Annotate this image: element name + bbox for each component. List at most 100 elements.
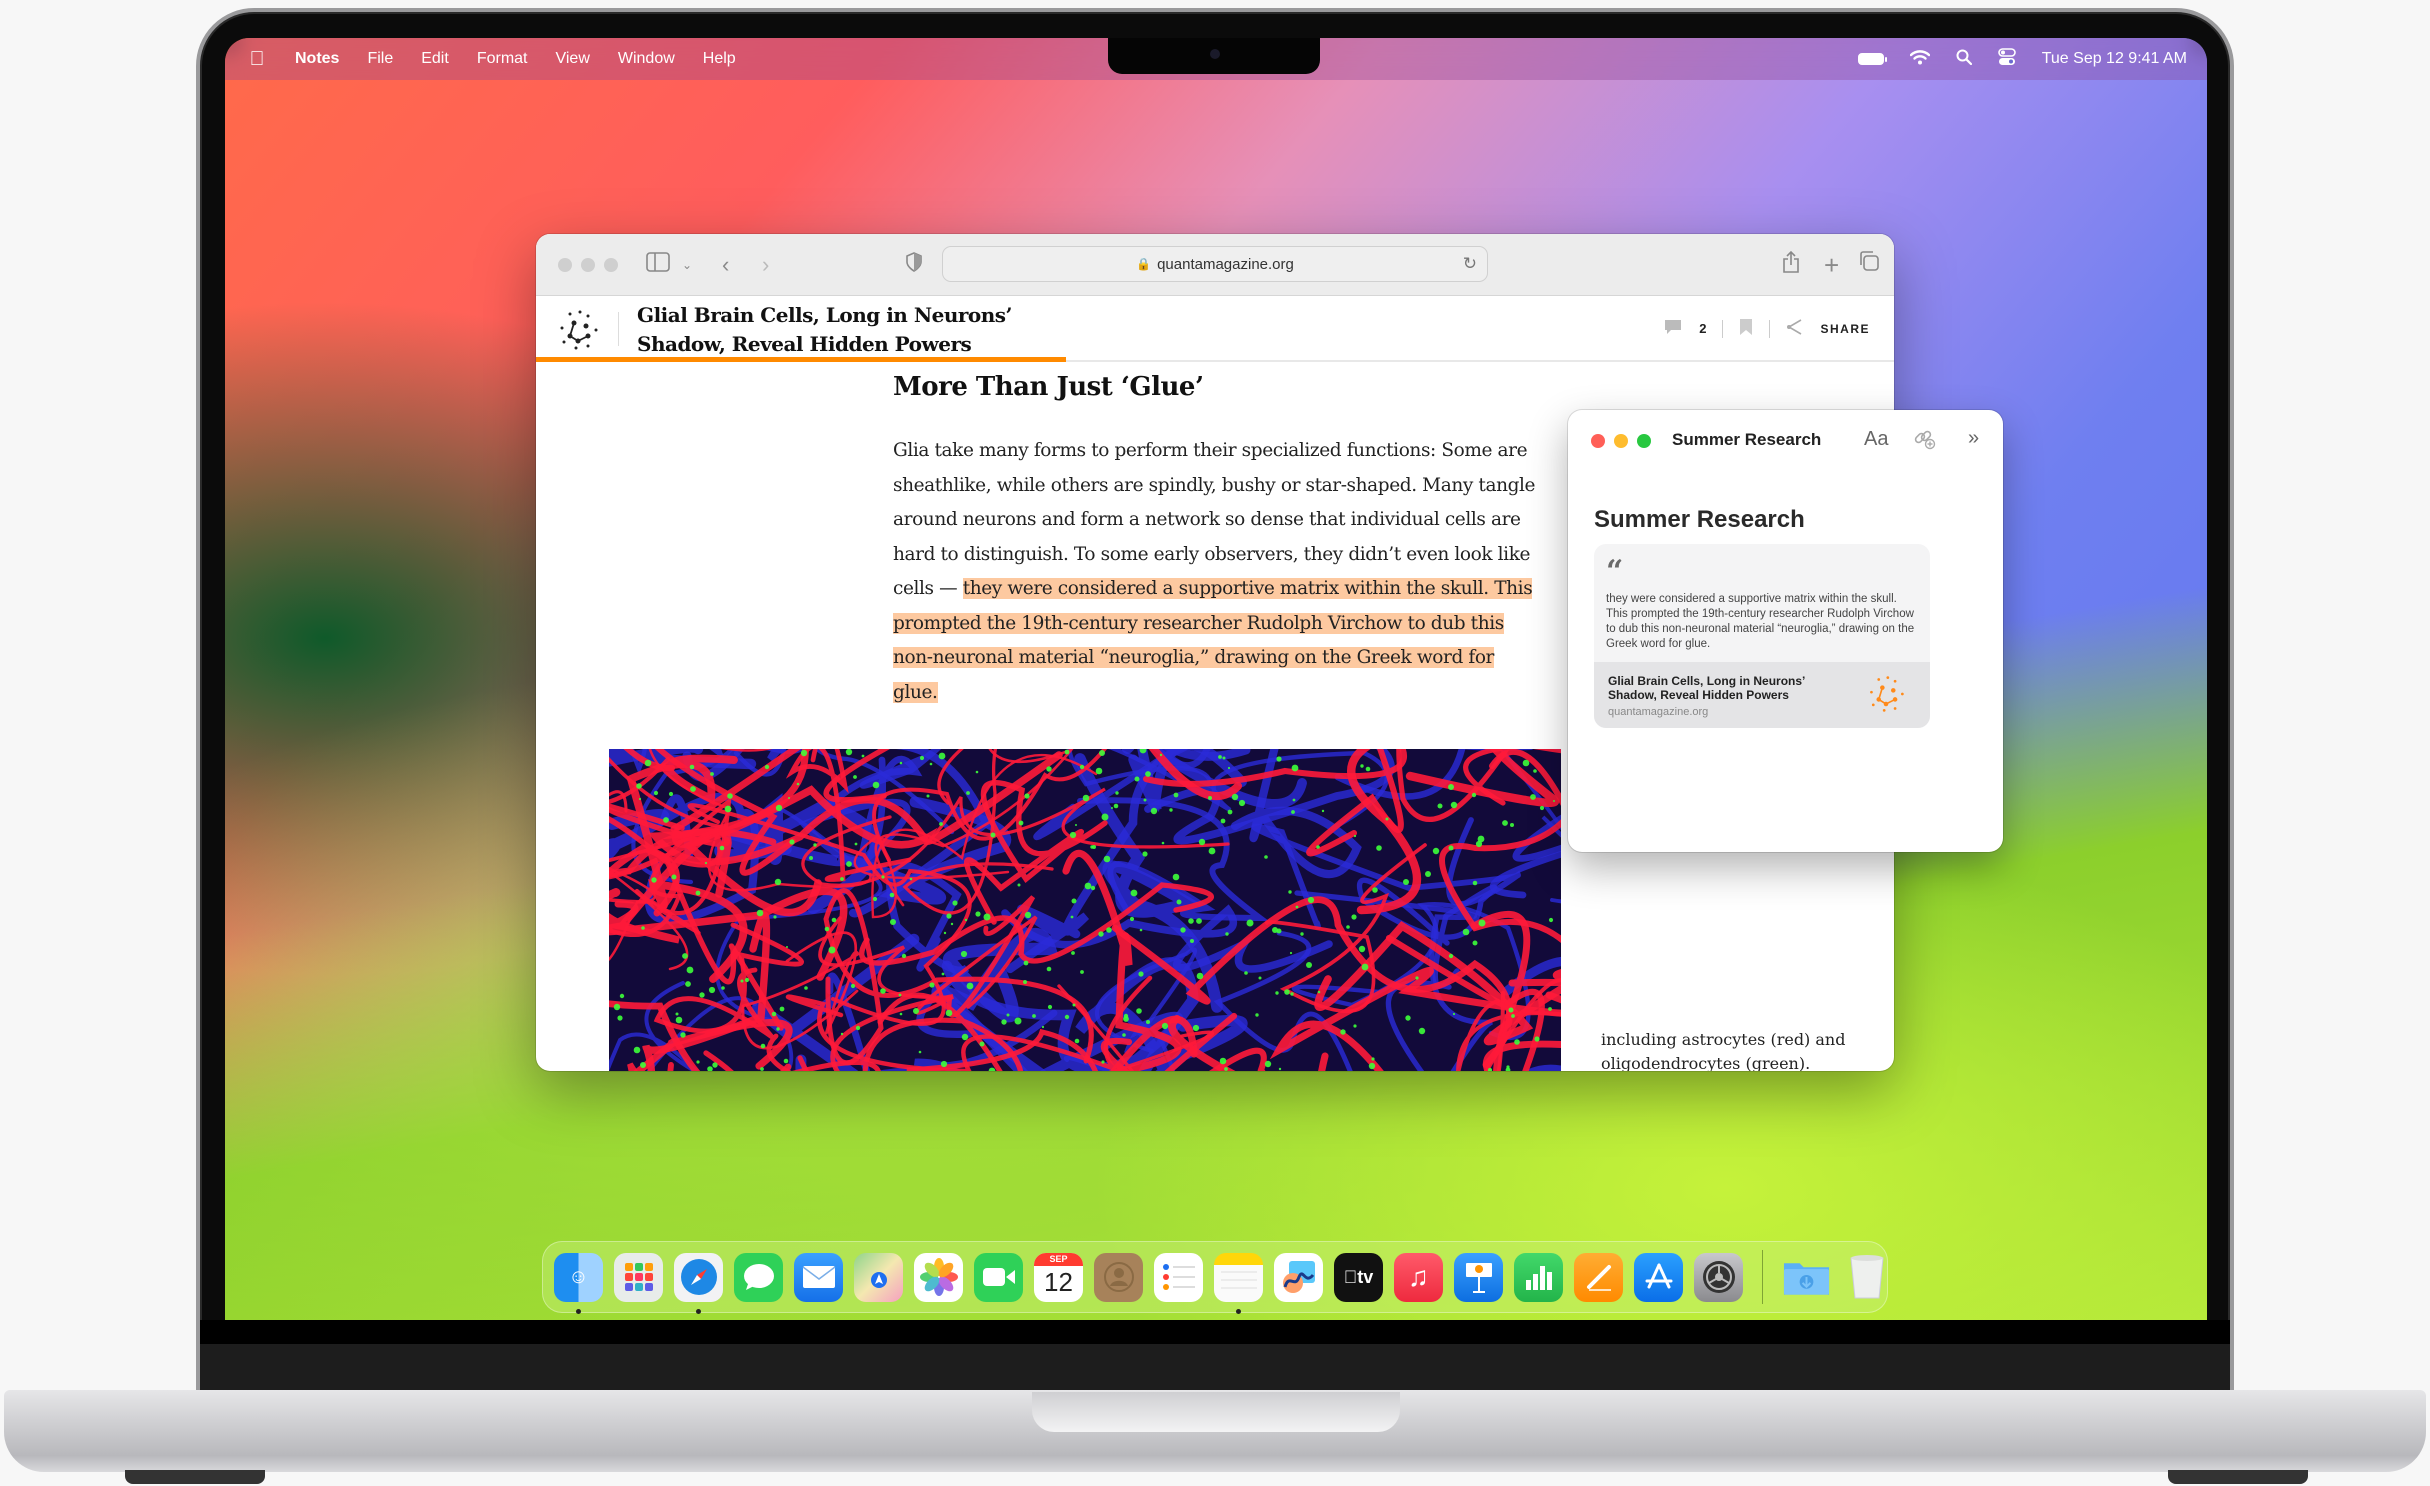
new-tab-icon[interactable]: + <box>1824 250 1839 280</box>
dock-pages[interactable] <box>1574 1252 1623 1302</box>
close-button[interactable] <box>558 257 572 272</box>
dock-tv[interactable]: tv <box>1334 1252 1383 1302</box>
dock-keynote[interactable] <box>1454 1252 1503 1302</box>
cell-speck <box>719 845 725 851</box>
cell-speck <box>1539 805 1545 811</box>
zoom-button[interactable] <box>1637 434 1651 448</box>
link-preview[interactable]: Glial Brain Cells, Long in Neurons’ Shad… <box>1594 662 1930 728</box>
cell-speck <box>840 1032 844 1036</box>
note-heading[interactable]: Summer Research <box>1594 506 1805 534</box>
dock-finder[interactable]: ☺ <box>554 1252 603 1314</box>
cell-speck <box>1113 803 1119 809</box>
cell-speck <box>682 953 688 959</box>
dock-mail[interactable] <box>794 1252 843 1302</box>
share-icon[interactable] <box>1782 250 1800 282</box>
cell-speck <box>1176 899 1182 905</box>
dock-numbers[interactable] <box>1514 1252 1563 1302</box>
menu-app-name[interactable]: Notes <box>295 50 339 68</box>
cell-speck <box>783 1058 789 1064</box>
dock-freeform[interactable] <box>1274 1252 1323 1302</box>
forward-icon[interactable]: › <box>762 250 769 280</box>
comment-count[interactable]: 2 <box>1699 321 1706 336</box>
control-center-icon[interactable] <box>1997 47 2016 71</box>
image-caption: including astrocytes (red) and oligodend… <box>1601 1030 1846 1071</box>
minimize-button[interactable] <box>1614 434 1628 448</box>
cell-speck <box>1231 793 1239 801</box>
bookmark-icon[interactable] <box>1739 318 1753 339</box>
cell-speck <box>1090 885 1096 891</box>
dock-notes[interactable] <box>1214 1252 1263 1314</box>
close-button[interactable] <box>1591 434 1605 448</box>
cell-speck <box>1208 796 1212 800</box>
dock-contacts[interactable] <box>1094 1252 1143 1302</box>
cell-speck <box>1032 1014 1036 1018</box>
battery-icon[interactable] <box>1857 53 1887 65</box>
cell-speck <box>1145 771 1151 777</box>
add-link-icon[interactable] <box>1912 426 1936 456</box>
wifi-icon[interactable] <box>1909 49 1930 70</box>
article-title[interactable]: Glial Brain Cells, Long in Neurons’ Shad… <box>637 301 1013 359</box>
linked-quote-card[interactable]: “ they were considered a supportive matr… <box>1594 544 1930 728</box>
article-paragraph[interactable]: Glia take many forms to perform their sp… <box>893 434 1543 710</box>
menu-format[interactable]: Format <box>477 50 528 68</box>
dock-safari[interactable] <box>674 1252 723 1314</box>
menu-file[interactable]: File <box>367 50 393 68</box>
reload-icon[interactable]: ↻ <box>1463 254 1477 274</box>
format-button[interactable]: Aa <box>1864 428 1888 451</box>
minimize-button[interactable] <box>581 257 595 272</box>
cell-speck <box>975 770 979 774</box>
menu-view[interactable]: View <box>555 50 589 68</box>
dock-trash[interactable] <box>1842 1253 1891 1302</box>
search-icon[interactable] <box>1956 49 1972 70</box>
tab-overview-icon[interactable] <box>1858 250 1880 280</box>
menu-help[interactable]: Help <box>703 50 736 68</box>
menu-window[interactable]: Window <box>618 50 675 68</box>
cell-speck <box>899 1012 903 1016</box>
dock-launchpad[interactable] <box>614 1252 663 1302</box>
cell-speck <box>1522 759 1530 767</box>
comment-icon[interactable] <box>1663 318 1683 339</box>
dock-facetime[interactable] <box>974 1252 1023 1302</box>
dock-system-settings[interactable] <box>1694 1252 1743 1302</box>
privacy-shield-icon[interactable] <box>906 250 922 280</box>
share-article-icon[interactable] <box>1786 318 1804 339</box>
dock-app-store[interactable] <box>1634 1252 1683 1302</box>
dock-messages[interactable] <box>734 1252 783 1302</box>
dock-music[interactable]: ♫ <box>1394 1252 1443 1302</box>
quanta-logo-icon[interactable] <box>556 308 600 352</box>
cell-speck <box>653 790 659 796</box>
menu-clock[interactable]: Tue Sep 12 9:41 AM <box>2042 50 2187 68</box>
cell-speck <box>1291 764 1299 772</box>
cell-speck <box>1437 803 1443 809</box>
cell-speck <box>983 913 991 921</box>
menu-edit[interactable]: Edit <box>421 50 449 68</box>
cell-speck <box>898 993 902 997</box>
dock-maps[interactable] <box>854 1252 903 1302</box>
cell-speck <box>1295 905 1299 909</box>
chevron-double-right-icon[interactable]: » <box>1968 427 1979 450</box>
cell-speck <box>740 979 744 983</box>
chevron-down-icon[interactable]: ⌄ <box>682 250 692 280</box>
cell-speck <box>945 1009 953 1017</box>
apple-logo-icon[interactable]:  <box>247 48 267 71</box>
dock-calendar[interactable]: SEP 12 <box>1034 1252 1083 1302</box>
cell-speck <box>1227 809 1233 815</box>
address-bar[interactable]: 🔒 quantamagazine.org ↻ <box>942 246 1488 282</box>
dock-downloads-folder[interactable] <box>1782 1253 1831 1302</box>
cell-speck <box>960 950 968 958</box>
highlighted-text[interactable]: they were considered a supportive matrix… <box>893 578 1533 703</box>
cell-speck <box>668 791 674 797</box>
cell-speck <box>1017 883 1021 887</box>
cell-speck <box>760 1067 764 1071</box>
cell-speck <box>845 749 853 756</box>
back-icon[interactable]: ‹ <box>722 250 729 280</box>
cell-speck <box>1288 890 1292 894</box>
dock-reminders[interactable] <box>1154 1252 1203 1302</box>
sidebar-icon[interactable] <box>646 250 670 280</box>
share-button[interactable]: SHARE <box>1820 322 1870 336</box>
dock-photos[interactable] <box>914 1252 963 1302</box>
desktop:  Notes File Edit Format View Window Hel… <box>225 38 2207 1320</box>
cell-speck <box>1219 1057 1227 1065</box>
cell-speck <box>1159 753 1163 757</box>
zoom-button[interactable] <box>604 257 618 272</box>
